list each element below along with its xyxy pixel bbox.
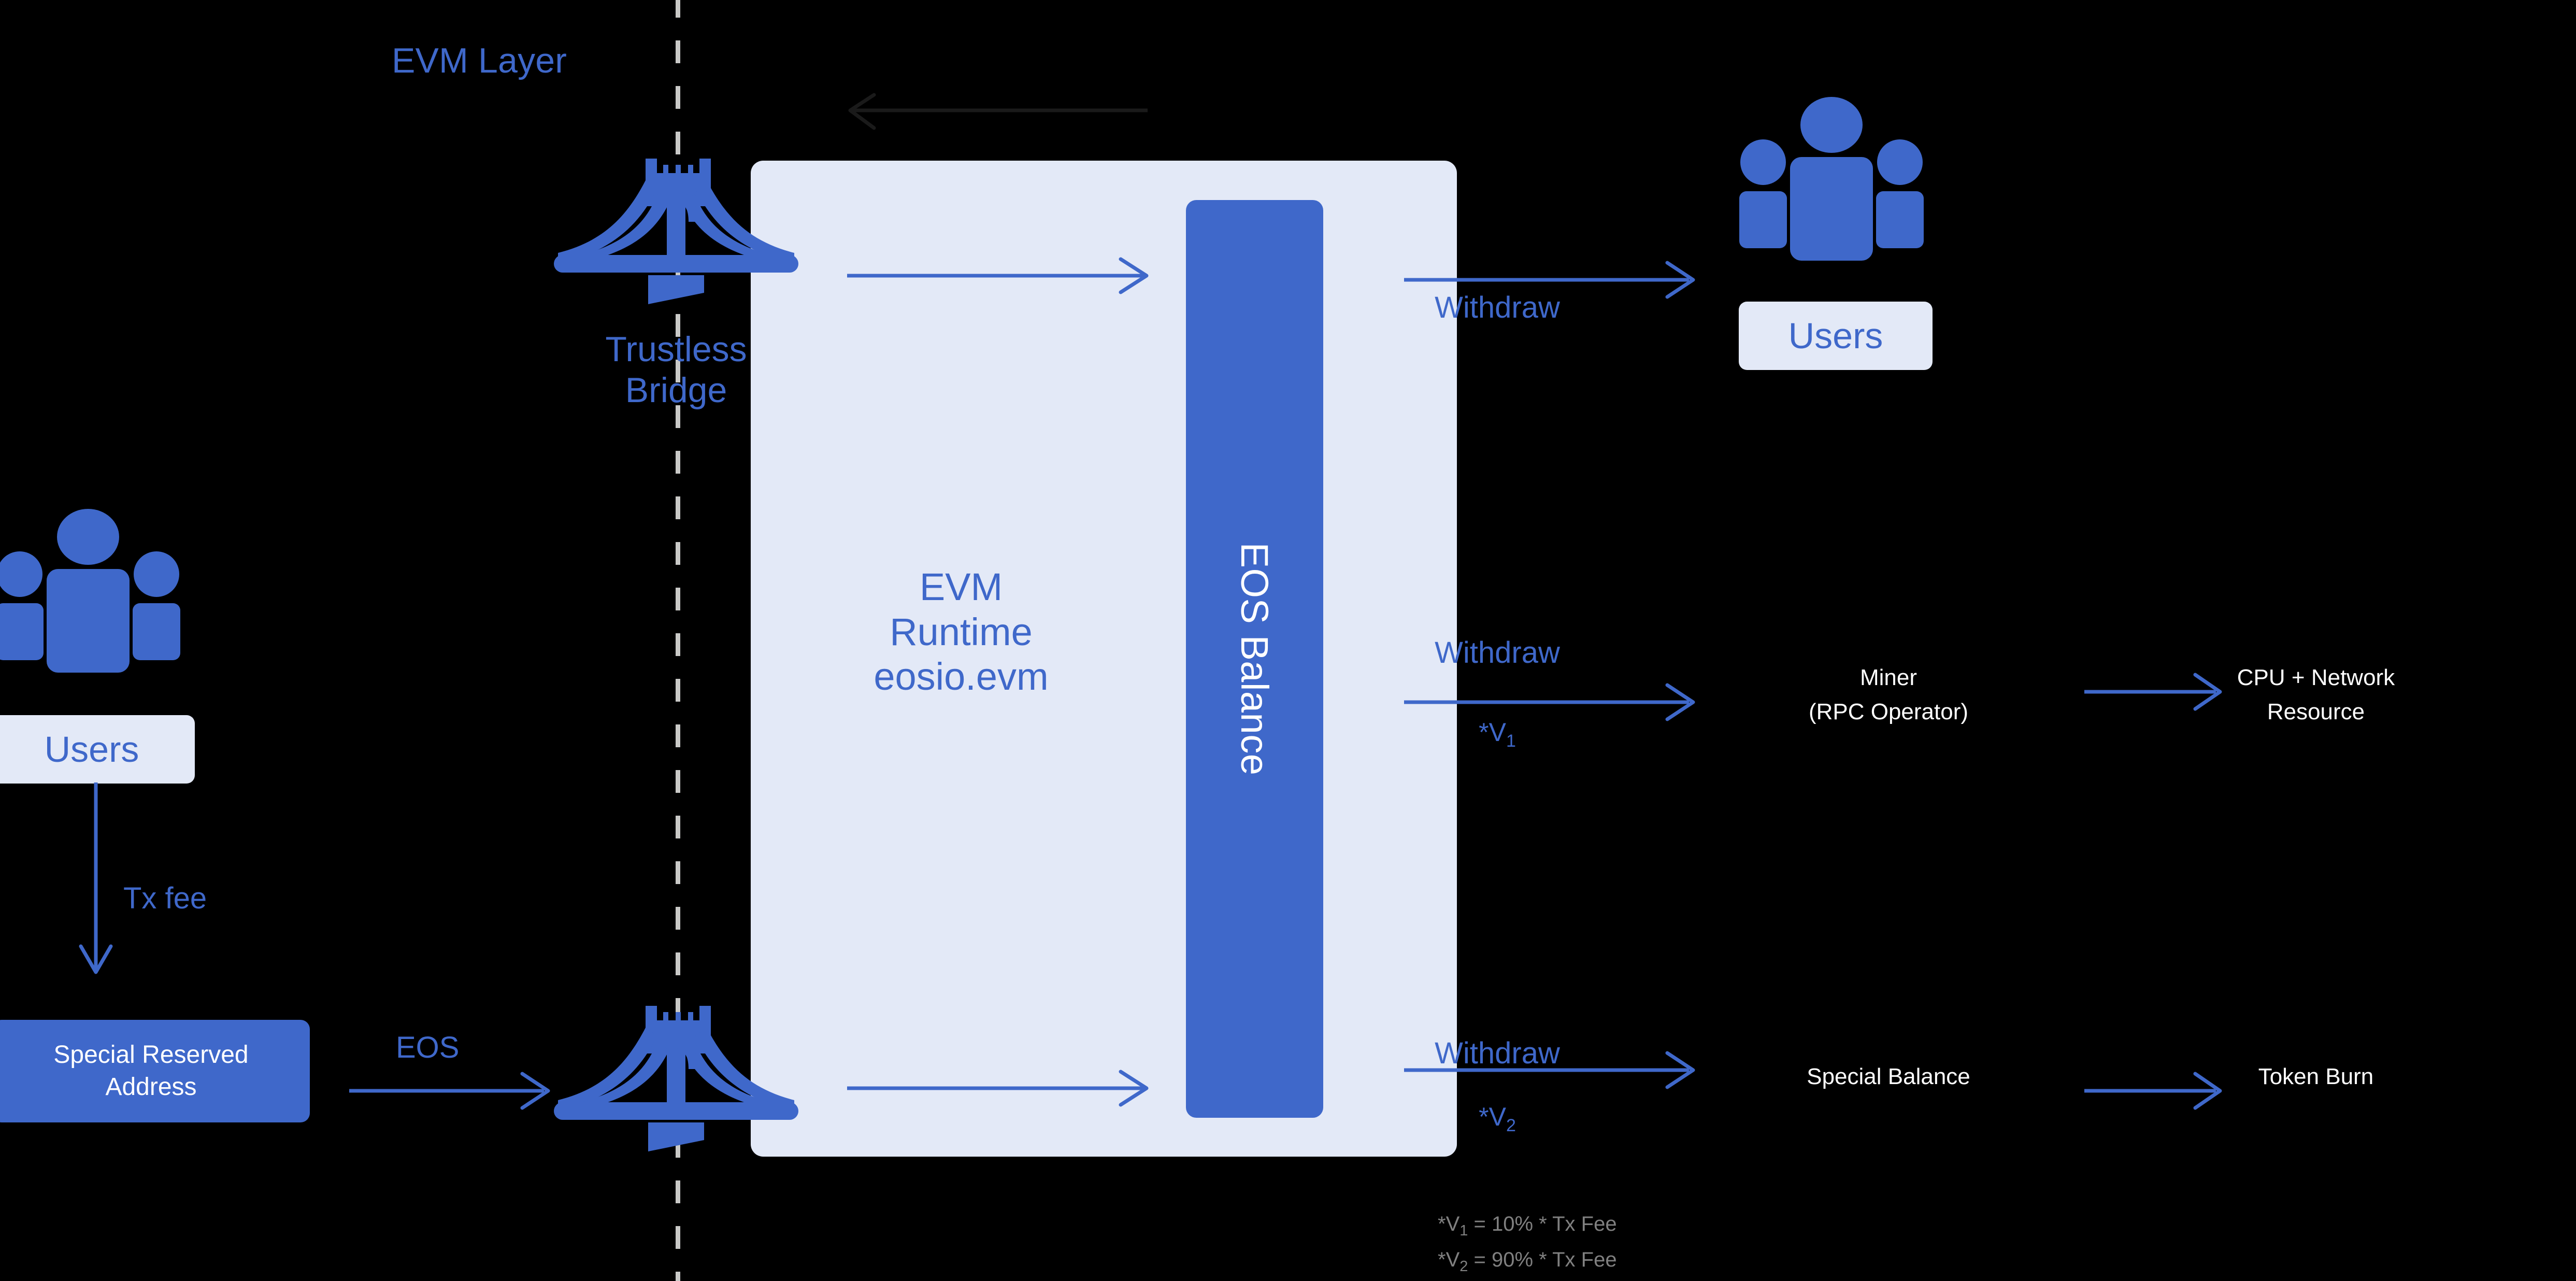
users-label-left: Users — [0, 715, 195, 784]
v2-value-label: *V2 — [1420, 1102, 1575, 1136]
withdraw-label-special: Withdraw — [1435, 1036, 1560, 1070]
footnote-v1-prefix: *V — [1438, 1213, 1460, 1235]
footnote-v1-rest: = 10% * Tx Fee — [1468, 1213, 1617, 1235]
cpu-line-1: CPU + Network — [2237, 665, 2395, 690]
cpu-network-resource-node: CPU + Network Resource — [2155, 661, 2477, 729]
special-reserved-address-node: Special Reserved Address — [0, 1020, 310, 1122]
evm-runtime-label: EVM Runtime eosio.evm — [839, 565, 1083, 700]
withdraw-label-users: Withdraw — [1435, 291, 1560, 324]
footnote-v1-subscript: 1 — [1459, 1222, 1468, 1239]
bridge-icon — [554, 159, 798, 304]
withdraw-label-miner: Withdraw — [1435, 636, 1560, 670]
trustless-bridge-label: Trustless Bridge — [549, 329, 803, 411]
outgoing-blue-arrow-bottom — [847, 1070, 1149, 1107]
people-group-icon — [0, 509, 180, 673]
trustless-bridge-line-2: Bridge — [625, 370, 727, 410]
bridge-icon — [554, 1006, 798, 1151]
special-reserved-line-2: Address — [105, 1073, 197, 1101]
footnote-v2-rest: = 90% * Tx Fee — [1468, 1248, 1617, 1271]
eos-balance-label: EOS Balance — [1233, 542, 1276, 776]
v1-value-label: *V1 — [1420, 717, 1575, 751]
diagram-canvas: EVM Layer EVM Runtime eosio.evm EOS Bala… — [0, 0, 2576, 1281]
footnote-v2: *V2 = 90% * Tx Fee — [1438, 1243, 1617, 1279]
miner-line-2: (RPC Operator) — [1808, 699, 1969, 724]
eos-label: EOS — [396, 1031, 460, 1064]
incoming-black-arrow — [848, 93, 1148, 130]
special-reserved-line-1: Special Reserved — [53, 1041, 249, 1069]
eos-arrow — [349, 1072, 550, 1110]
eos-balance-bar: EOS Balance — [1186, 200, 1323, 1118]
cpu-line-2: Resource — [2267, 699, 2365, 724]
footnotes: *V1 = 10% * Tx Fee *V2 = 90% * Tx Fee — [1438, 1207, 1617, 1279]
v1-prefix: *V — [1479, 718, 1506, 747]
v1-subscript: 1 — [1506, 731, 1516, 751]
v2-prefix: *V — [1479, 1102, 1506, 1131]
people-group-icon — [1739, 97, 1924, 261]
evm-runtime-line-3: eosio.evm — [874, 655, 1049, 699]
footnote-v2-subscript: 2 — [1459, 1258, 1468, 1275]
users-label-right: Users — [1739, 302, 1933, 370]
v2-subscript: 2 — [1506, 1116, 1516, 1135]
tx-fee-label: Tx fee — [123, 881, 207, 915]
evm-runtime-line-2: Runtime — [890, 610, 1033, 653]
evm-runtime-line-1: EVM — [919, 565, 1003, 608]
miner-line-1: Miner — [1859, 665, 1917, 690]
special-balance-node: Special Balance — [1807, 1064, 1970, 1089]
token-burn-node: Token Burn — [2258, 1064, 2374, 1089]
footnote-v2-prefix: *V — [1438, 1248, 1460, 1271]
evm-layer-label: EVM Layer — [392, 41, 567, 80]
trustless-bridge-line-1: Trustless — [605, 330, 747, 369]
miner-node: Miner (RPC Operator) — [1733, 661, 2044, 729]
footnote-v1: *V1 = 10% * Tx Fee — [1438, 1207, 1617, 1243]
outgoing-blue-arrow-top — [847, 257, 1149, 294]
